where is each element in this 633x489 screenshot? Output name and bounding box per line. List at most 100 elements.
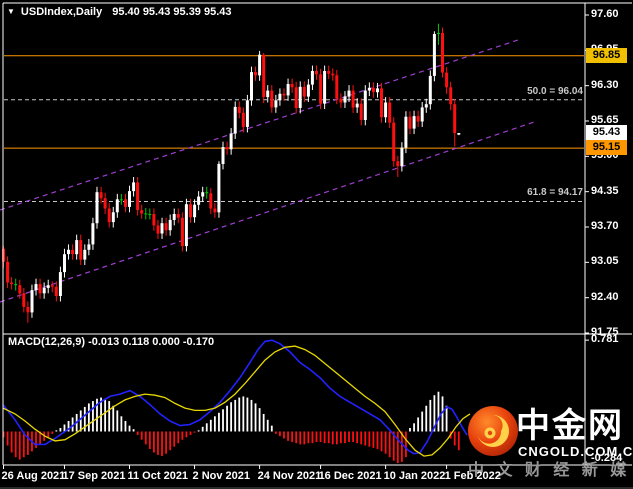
candle-body xyxy=(172,214,176,220)
candle-body xyxy=(298,86,302,108)
watermark-brand: 中金网 xyxy=(516,407,624,445)
candle-body xyxy=(437,32,440,34)
candle-body xyxy=(201,192,205,197)
candle-body xyxy=(87,244,91,250)
candle-body xyxy=(282,93,286,96)
candle-body xyxy=(343,96,347,103)
candle-body xyxy=(164,223,168,231)
candle-body xyxy=(156,225,160,234)
candle-body xyxy=(217,163,221,213)
candle-body xyxy=(189,204,192,218)
title-symbol: USDIndex,Daily xyxy=(20,6,103,18)
candle-body xyxy=(445,72,449,88)
candle-body xyxy=(400,147,404,167)
candle-body xyxy=(99,192,103,199)
candle-body xyxy=(83,249,87,260)
candle-body xyxy=(233,106,237,134)
candle-body xyxy=(339,98,343,103)
candle-body xyxy=(63,254,66,273)
candle-body xyxy=(420,107,424,122)
candle-body xyxy=(119,199,123,201)
candle-body xyxy=(359,103,363,120)
candle-body xyxy=(351,90,355,108)
candle-body xyxy=(237,106,241,113)
candle-body xyxy=(347,90,351,97)
candle-body xyxy=(91,223,95,245)
candle-body xyxy=(441,32,444,73)
mt4-chart-window: ▼ USDIndex,Daily 95.40 95.43 95.39 95.43 M… xyxy=(0,0,633,489)
candle-body xyxy=(290,84,294,88)
cngold-logo-icon xyxy=(468,406,518,456)
macd-axis-min-label: -0.284 xyxy=(591,452,623,464)
candle-body xyxy=(327,71,331,74)
candle-body xyxy=(136,182,140,211)
candle-body xyxy=(152,214,156,226)
candle-body xyxy=(34,284,38,291)
price-tick-label: 97.60 xyxy=(591,8,619,20)
candle-body xyxy=(392,122,396,162)
price-label-line-high: 96.85 xyxy=(586,47,627,63)
candle-body xyxy=(323,71,327,104)
chevron-down-icon[interactable]: ▼ xyxy=(7,7,15,16)
macd-axis-max-label: 0.781 xyxy=(591,333,619,345)
macd-indicator-label: MACD(12,26,9) -0.013 0.118 0.000 -0.170 xyxy=(8,336,215,348)
candle-body xyxy=(6,261,10,283)
candle-body xyxy=(384,102,388,118)
macd-signal-line xyxy=(2,345,471,457)
candle-body xyxy=(266,90,270,98)
candle-body xyxy=(428,75,432,105)
price-label-line-low: 95.15 xyxy=(586,140,627,156)
candle-body xyxy=(111,212,115,223)
candle-body xyxy=(286,84,290,96)
candle-body xyxy=(67,249,70,255)
candle-body xyxy=(209,193,213,209)
candle-body xyxy=(14,284,18,286)
date-tick-label: 10 Jan 2022 xyxy=(383,470,446,482)
candle-body xyxy=(319,74,323,104)
candle-body xyxy=(213,208,217,213)
candle-body xyxy=(103,198,107,209)
candle-body xyxy=(71,249,75,255)
candle-body xyxy=(363,90,367,120)
candle-body xyxy=(10,282,14,285)
candle-body xyxy=(416,116,420,122)
candle-body xyxy=(294,87,298,108)
price-tick-label: 93.05 xyxy=(591,255,619,268)
candle-body xyxy=(79,240,83,260)
price-tick-label: 93.70 xyxy=(591,220,619,232)
candle-body xyxy=(18,285,22,294)
candle-body xyxy=(270,90,274,108)
candle-body xyxy=(75,240,79,255)
candle-body xyxy=(412,116,416,129)
date-tick-label: 11 Oct 2021 xyxy=(127,470,189,482)
candle-body xyxy=(241,112,245,127)
candle-body xyxy=(197,196,201,205)
date-tick-label: 26 Aug 2021 xyxy=(1,470,66,482)
candle-body xyxy=(221,147,225,164)
candle-body xyxy=(180,217,184,247)
candle-body xyxy=(250,72,253,101)
candle-body xyxy=(432,34,436,76)
candle-body xyxy=(38,284,42,294)
date-tick-label: 16 Dec 2021 xyxy=(318,470,382,482)
candle-body xyxy=(457,133,461,135)
candle-body xyxy=(404,116,408,148)
title-ohlc: 95.40 95.43 95.39 95.43 xyxy=(112,6,232,18)
candle-body xyxy=(396,161,400,167)
candle-body xyxy=(258,54,262,76)
candle-body xyxy=(302,86,306,97)
chart-title: ▼ USDIndex,Daily 95.40 95.43 95.39 95.43 xyxy=(7,6,232,18)
candle-body xyxy=(306,84,310,97)
candle-body xyxy=(193,204,197,218)
date-tick-label: 24 Nov 2021 xyxy=(257,470,322,482)
candle-body xyxy=(310,71,314,85)
price-tick-label: 96.30 xyxy=(591,78,619,91)
candle-body xyxy=(254,72,257,76)
candle-body xyxy=(42,287,46,294)
candle-body xyxy=(245,100,249,127)
candle-body xyxy=(148,214,152,215)
fib-level-61-label: 61.8 = 94.17 xyxy=(527,187,583,199)
candle-body xyxy=(449,87,453,105)
candle-body xyxy=(54,286,58,296)
candle-body xyxy=(229,133,233,150)
